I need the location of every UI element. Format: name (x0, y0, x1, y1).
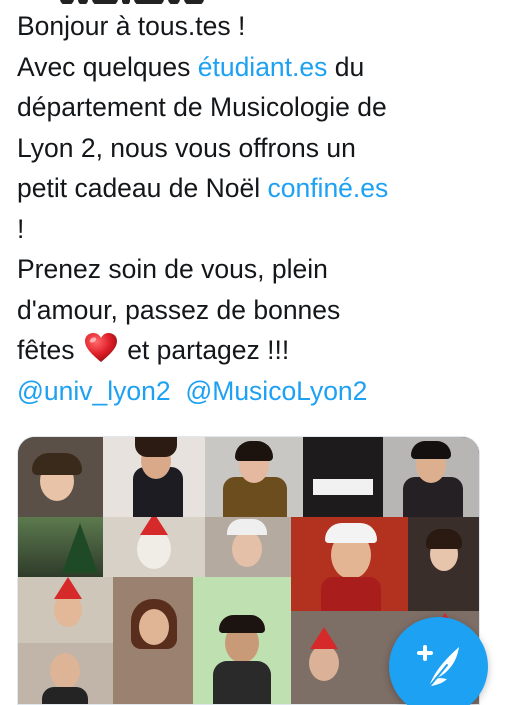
collage-tile (103, 517, 205, 577)
tweet-line: Bonjour à tous.tes ! (17, 11, 246, 41)
tweet-line: Prenez soin de vous, plein (17, 254, 328, 284)
compose-feather-plus-icon (417, 645, 459, 688)
heart-emoji-icon (84, 332, 118, 364)
collage-tile (18, 437, 103, 517)
mention-link[interactable]: @univ_lyon2 (17, 376, 171, 406)
collage-tile (18, 517, 103, 577)
collage-tile (205, 517, 291, 577)
collage-tile (18, 643, 113, 704)
santa-hat-icon (140, 517, 168, 535)
collage-tile (205, 437, 303, 517)
compose-tweet-button[interactable] (389, 617, 488, 705)
tweet-body: Bonjour à tous.tes ! Avec quelques étudi… (17, 6, 497, 411)
tweet-line: petit cadeau de Noël confiné.es (17, 173, 389, 203)
previous-line-fragment (60, 0, 250, 4)
collage-tile (18, 577, 113, 643)
collage-tile (303, 437, 383, 517)
tweet-line: d'amour, passez de bonnes (17, 294, 341, 325)
participant-face (137, 529, 171, 569)
santa-hat-icon (310, 627, 338, 649)
santa-hat-icon (54, 577, 82, 599)
collage-tile (408, 517, 479, 611)
participant-face (139, 609, 169, 645)
participant-face (309, 645, 339, 681)
collage-tile (103, 437, 205, 517)
collage-tile (383, 437, 479, 517)
hashtag-link[interactable]: étudiant.es (198, 52, 328, 82)
collage-tile (113, 577, 193, 704)
participant-face (232, 531, 262, 567)
collage-tile (291, 517, 408, 611)
collage-tile (193, 577, 291, 704)
mention-link[interactable]: @MusicoLyon2 (185, 376, 367, 406)
tweet-line: Lyon 2, nous vous offrons un (17, 132, 356, 163)
tweet-line: fêtes et partagez !!! (17, 330, 497, 371)
tweet-line: ! (17, 213, 25, 244)
tweet-line: @univ_lyon2 @MusicoLyon2 (17, 371, 497, 412)
hashtag-link[interactable]: confiné.es (267, 173, 388, 203)
tweet-line: département de Musicologie de (17, 92, 387, 122)
tweet-line: Avec quelques étudiant.es du (17, 51, 365, 82)
participant-face (50, 653, 80, 689)
